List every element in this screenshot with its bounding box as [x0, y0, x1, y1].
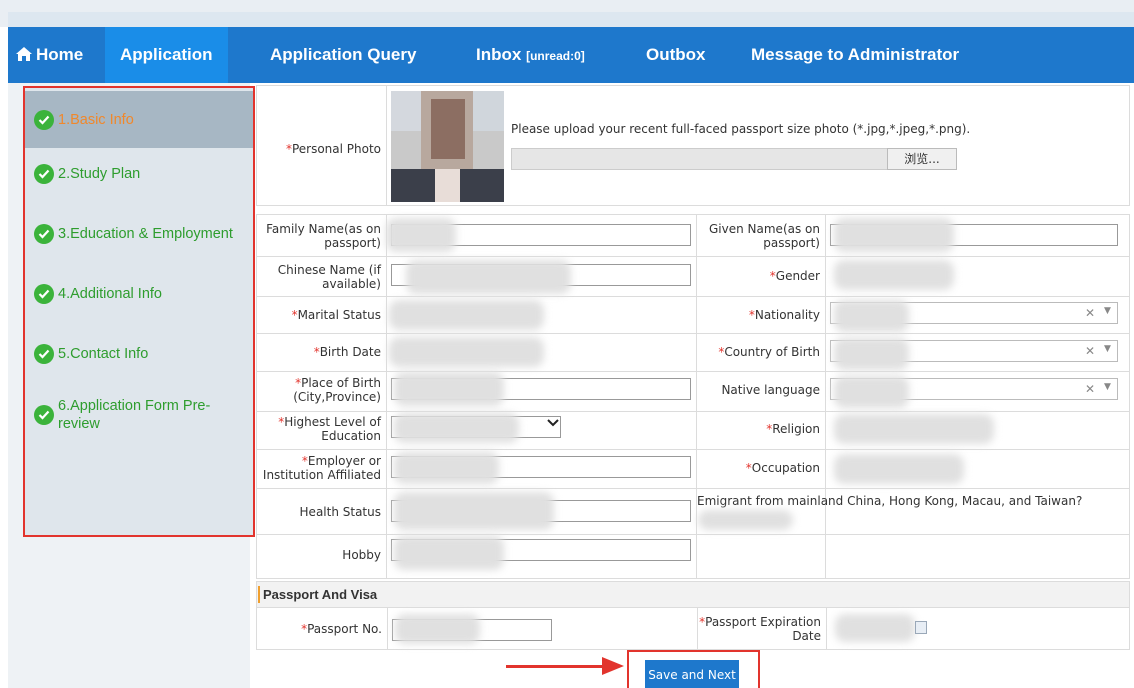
photo-row: *Personal Photo Please upload your recen… [256, 85, 1130, 206]
check-circle-icon [34, 164, 54, 184]
sidebar-item-label: 3.Education & Employment [58, 226, 233, 242]
sidebar: 1.Basic Info 2.Study Plan 3.Education & … [8, 83, 255, 688]
nav-inbox[interactable]: Inbox [unread:0] [476, 27, 585, 83]
nav-application-query[interactable]: Application Query [270, 27, 416, 83]
gender-label: *Gender [769, 269, 820, 283]
religion-label: *Religion [766, 422, 820, 436]
employer-label: *Employer or Institution Affiliated [262, 454, 381, 482]
occupation-value[interactable] [834, 454, 964, 484]
dropdown-arrow-icon[interactable]: ▼ [1104, 306, 1111, 316]
passport-section-title: Passport And Visa [263, 587, 378, 602]
sidebar-item-additional-info[interactable]: 4.Additional Info [25, 284, 253, 304]
place-of-birth-label: *Place of Birth (City,Province) [293, 376, 381, 404]
check-circle-icon [34, 344, 54, 364]
clear-x-icon[interactable]: ✕ [1085, 344, 1095, 358]
birth-date-value[interactable] [389, 337, 544, 367]
sidebar-item-label: 4.Additional Info [58, 286, 162, 302]
passport-expiration-label: *Passport Expiration Date [699, 615, 821, 643]
save-and-next-button[interactable]: Save and Next [645, 660, 739, 688]
top-strip [0, 0, 1134, 27]
nav-home-label: Home [36, 45, 84, 64]
given-name-label: Given Name(as on passport) [709, 222, 820, 250]
passport-row: *Passport No. *Passport Expiration Date [256, 608, 1130, 650]
emigrant-question-label: Emigrant from mainland China, Hong Kong,… [697, 494, 1083, 508]
marital-status-value[interactable] [389, 300, 544, 330]
photo-upload-hint: Please upload your recent full-faced pas… [511, 122, 971, 136]
check-circle-icon [34, 109, 54, 130]
passport-no-label: *Passport No. [301, 622, 382, 636]
main-nav: Home Application Application Query Inbox… [8, 27, 1134, 83]
chinese-name-label: Chinese Name (if available) [277, 263, 381, 291]
inbox-unread-badge: [unread:0] [526, 49, 585, 63]
home-icon [16, 47, 32, 61]
nav-application[interactable]: Application [105, 27, 228, 83]
birth-date-label: *Birth Date [313, 345, 381, 359]
nav-home[interactable]: Home [16, 27, 83, 83]
clear-x-icon[interactable]: ✕ [1085, 382, 1095, 396]
country-of-birth-label: *Country of Birth [718, 345, 820, 359]
annotation-arrow [506, 665, 608, 668]
sidebar-item-pre-review[interactable]: 6.Application Form Pre-review [25, 397, 253, 433]
basic-info-form: Family Name(as on passport) Given Name(a… [256, 214, 1130, 579]
nav-message-admin-label: Message to Administrator [751, 45, 960, 64]
passport-section-header: Passport And Visa [256, 581, 1130, 608]
nav-inbox-label: Inbox [476, 45, 522, 64]
dropdown-arrow-icon[interactable] [547, 417, 559, 432]
nav-outbox-label: Outbox [646, 45, 706, 64]
emigrant-value[interactable] [698, 510, 793, 530]
personal-photo-thumbnail [391, 91, 504, 202]
sidebar-item-label: 1.Basic Info [58, 111, 134, 128]
photo-label: *Personal Photo [285, 142, 381, 156]
marital-status-label: *Marital Status [291, 308, 381, 322]
dropdown-arrow-icon[interactable]: ▼ [1104, 344, 1111, 354]
nationality-label: *Nationality [748, 308, 820, 322]
check-circle-icon [34, 224, 54, 244]
check-circle-icon [34, 405, 54, 425]
nav-message-admin[interactable]: Message to Administrator [751, 27, 959, 83]
clear-x-icon[interactable]: ✕ [1085, 306, 1095, 320]
photo-label-cell: *Personal Photo [257, 86, 387, 205]
native-language-label: Native language [721, 383, 820, 397]
dropdown-arrow-icon[interactable]: ▼ [1104, 382, 1111, 392]
nav-application-query-label: Application Query [270, 45, 417, 64]
nav-application-label: Application [120, 45, 213, 64]
sidebar-steps: 1.Basic Info 2.Study Plan 3.Education & … [23, 86, 255, 537]
sidebar-item-study-plan[interactable]: 2.Study Plan [25, 164, 253, 184]
sidebar-item-basic-info[interactable]: 1.Basic Info [25, 91, 253, 148]
calendar-icon[interactable] [915, 621, 927, 634]
religion-value[interactable] [834, 414, 994, 444]
browse-button[interactable]: 浏览... [887, 148, 957, 170]
sidebar-item-label: 5.Contact Info [58, 346, 149, 362]
sidebar-item-education[interactable]: 3.Education & Employment [25, 224, 253, 244]
health-status-label: Health Status [299, 505, 381, 519]
check-circle-icon [34, 284, 54, 304]
family-name-label: Family Name(as on passport) [266, 222, 381, 250]
sidebar-item-contact-info[interactable]: 5.Contact Info [25, 344, 253, 364]
hobby-label: Hobby [342, 548, 381, 562]
sidebar-item-label: 6.Application Form Pre-review [58, 398, 211, 432]
annotation-arrowhead [602, 657, 624, 675]
highest-education-label: *Highest Level of Education [278, 415, 381, 443]
occupation-label: *Occupation [745, 461, 820, 475]
passport-expiration-value[interactable] [835, 614, 915, 642]
sidebar-item-label: 2.Study Plan [58, 166, 141, 182]
nav-outbox[interactable]: Outbox [646, 27, 706, 83]
